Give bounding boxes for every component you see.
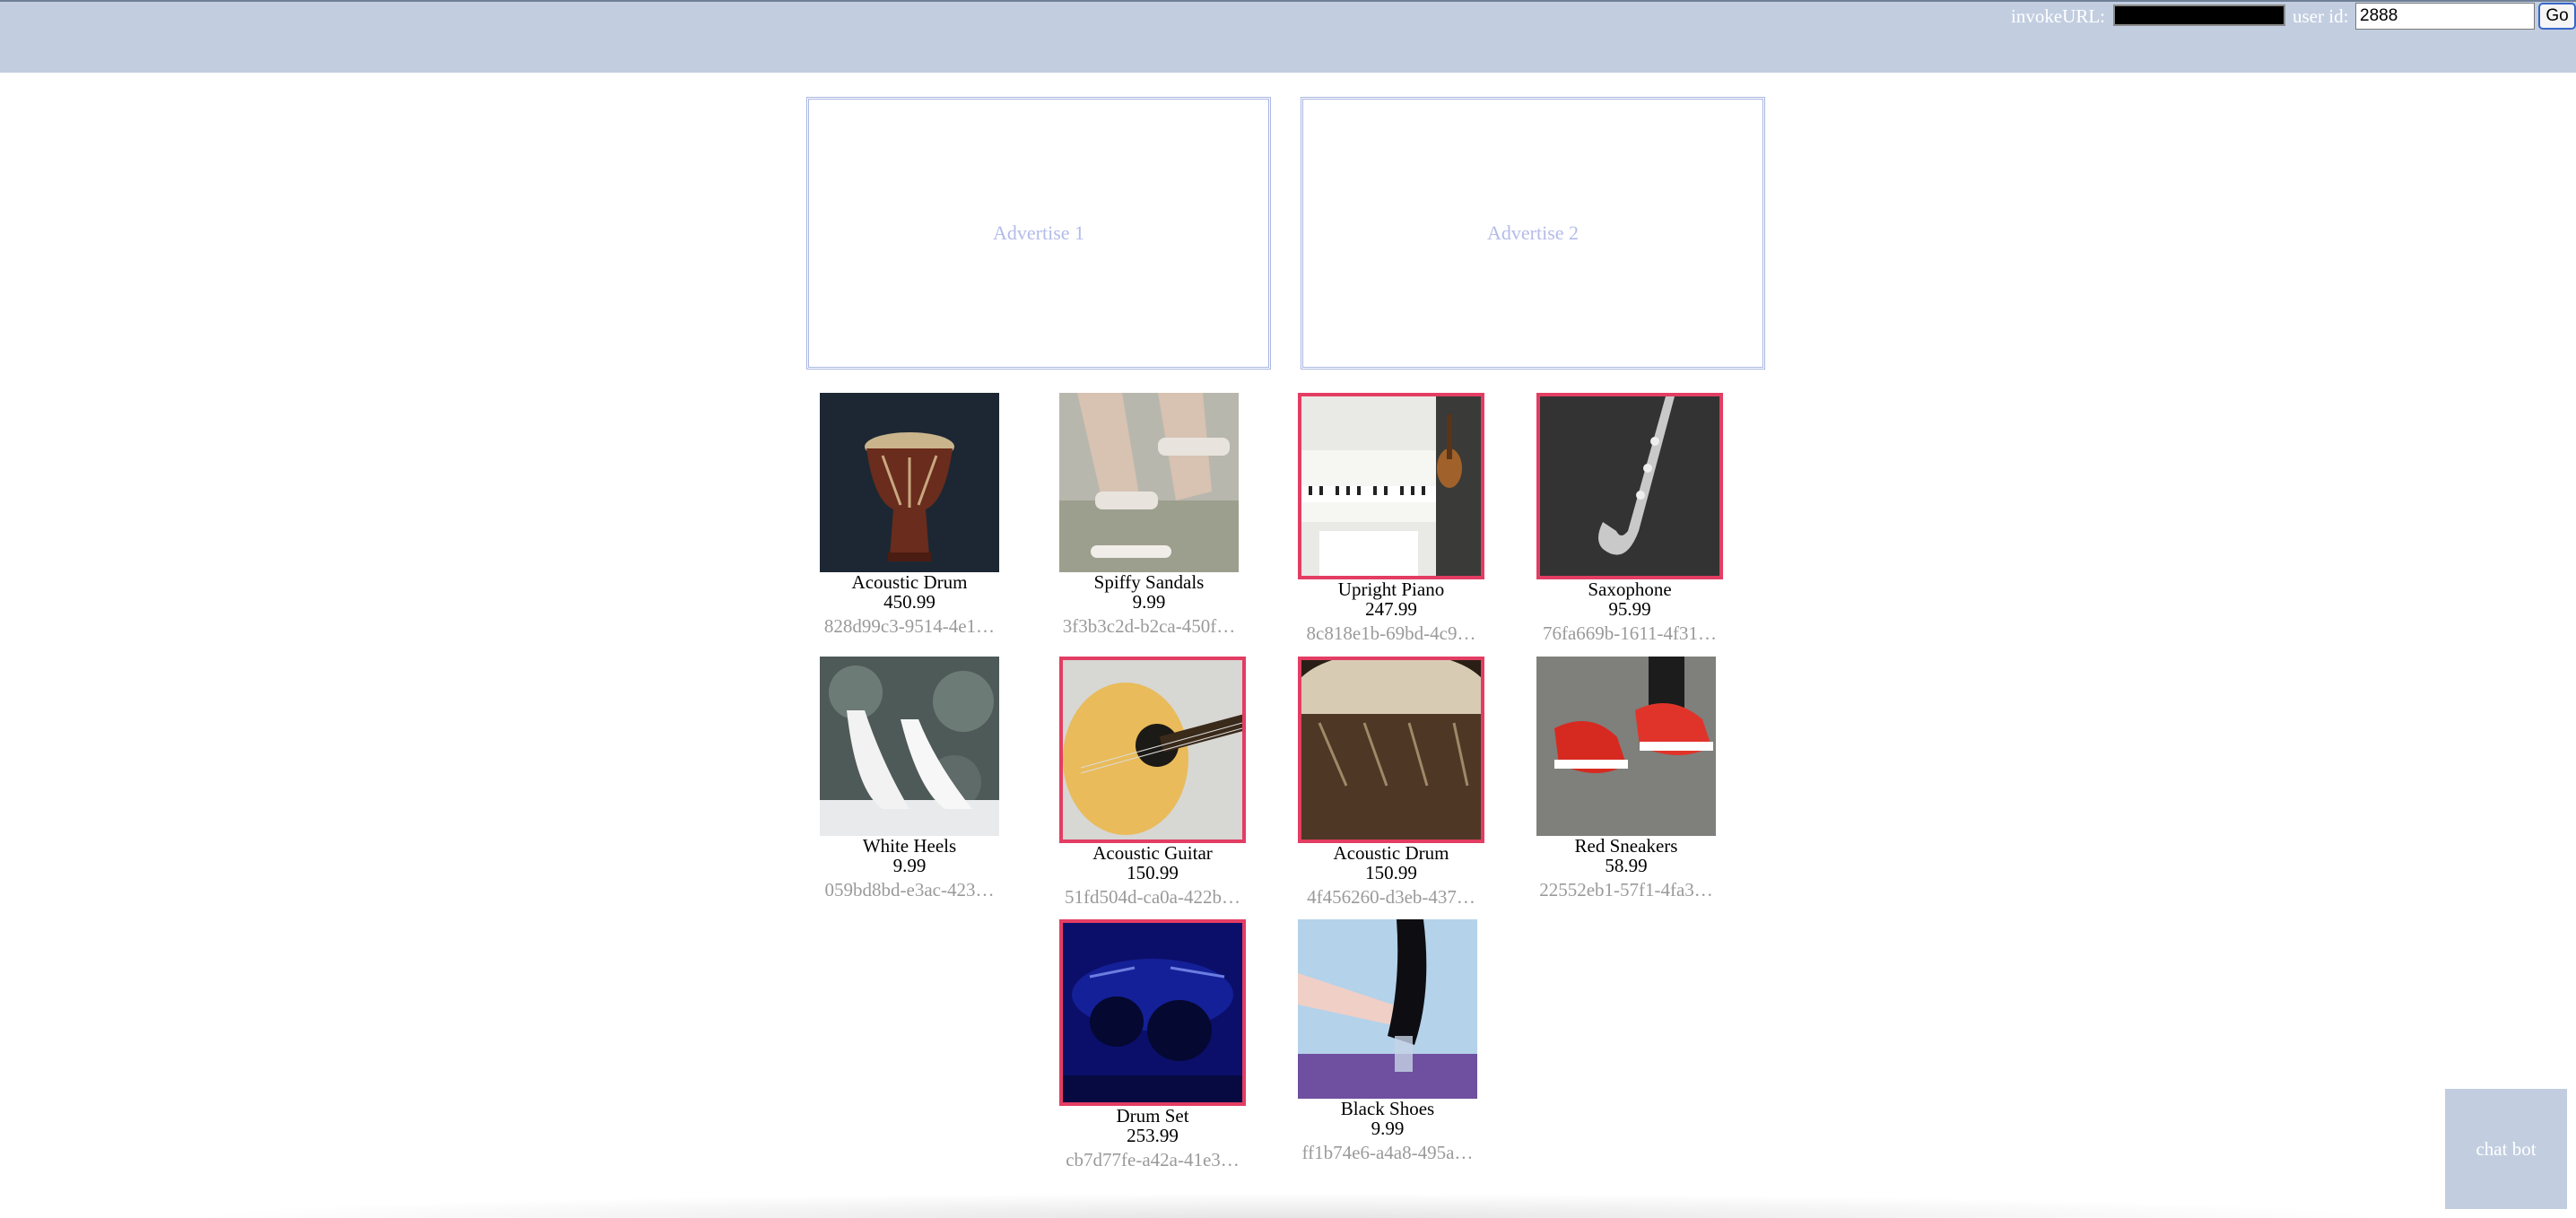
- product-price: 150.99: [1127, 862, 1179, 883]
- product-id: 22552eb1-57f1-4fa3…: [1539, 879, 1713, 900]
- product-price: 150.99: [1365, 862, 1417, 883]
- bottom-shadow: [179, 1193, 2395, 1218]
- chat-bot-button[interactable]: chat bot: [2445, 1089, 2567, 1209]
- product-name: Upright Piano: [1337, 579, 1445, 600]
- sandals-image[interactable]: [1059, 393, 1239, 572]
- product-price: 9.99: [1371, 1118, 1405, 1139]
- product-name: Drum Set: [1116, 1105, 1189, 1127]
- user-id-input[interactable]: [2355, 3, 2535, 30]
- product-card[interactable]: Black Shoes 9.99 ff1b74e6-a4a8-495a…: [1298, 919, 1486, 1163]
- product-price: 9.99: [1132, 591, 1166, 613]
- product-id: 3f3b3c2d-b2ca-450f…: [1062, 615, 1236, 637]
- product-name: Acoustic Drum: [1333, 842, 1449, 864]
- drum-image[interactable]: [1298, 657, 1484, 843]
- product-id: 51fd504d-ca0a-422b…: [1065, 886, 1240, 908]
- red-sneakers-image[interactable]: [1536, 657, 1716, 836]
- product-price: 58.99: [1605, 855, 1648, 876]
- product-id: cb7d77fe-a42a-41e3…: [1066, 1149, 1240, 1170]
- product-card[interactable]: Spiffy Sandals 9.99 3f3b3c2d-b2ca-450f…: [1059, 393, 1248, 637]
- chat-bot-label: chat bot: [2476, 1137, 2537, 1160]
- product-name: Acoustic Drum: [851, 571, 968, 593]
- go-button[interactable]: Go: [2538, 3, 2576, 30]
- white-heels-image[interactable]: [820, 657, 999, 836]
- product-price: 450.99: [883, 591, 936, 613]
- saxophone-image[interactable]: [1536, 393, 1723, 579]
- product-price: 9.99: [892, 855, 927, 876]
- product-name: Saxophone: [1588, 579, 1672, 600]
- product-card[interactable]: Upright Piano 247.99 8c818e1b-69bd-4c9…: [1298, 393, 1486, 644]
- user-id-label: user id:: [2293, 5, 2349, 27]
- advertisement-1-label: Advertise 1: [992, 222, 1085, 244]
- product-price: 247.99: [1365, 598, 1417, 620]
- advertisement-1[interactable]: Advertise 1: [806, 97, 1271, 370]
- product-id: 059bd8bd-e3ac-423…: [824, 879, 995, 900]
- product-name: Acoustic Guitar: [1092, 842, 1213, 864]
- black-shoes-image[interactable]: [1298, 919, 1477, 1099]
- product-id: ff1b74e6-a4a8-495a…: [1301, 1142, 1474, 1163]
- product-id: 8c818e1b-69bd-4c9…: [1306, 622, 1476, 644]
- product-price: 95.99: [1608, 598, 1651, 620]
- product-id: 828d99c3-9514-4e1…: [823, 615, 996, 637]
- product-name: White Heels: [862, 835, 957, 857]
- piano-image[interactable]: [1298, 393, 1484, 579]
- product-card[interactable]: Acoustic Guitar 150.99 51fd504d-ca0a-422…: [1059, 657, 1248, 908]
- guitar-image[interactable]: [1059, 657, 1246, 843]
- drum-set-image[interactable]: [1059, 919, 1246, 1106]
- invoke-url-input[interactable]: [2113, 4, 2285, 26]
- top-header-bar: invokeURL: user id: Go: [0, 0, 2576, 73]
- djembe-drum-image[interactable]: [820, 393, 999, 572]
- product-card[interactable]: Drum Set 253.99 cb7d77fe-a42a-41e3…: [1059, 919, 1248, 1170]
- invoke-url-label: invokeURL:: [2011, 5, 2105, 27]
- advertisement-2-label: Advertise 2: [1486, 222, 1580, 244]
- product-card[interactable]: Saxophone 95.99 76fa669b-1611-4f31…: [1536, 393, 1725, 644]
- product-id: 76fa669b-1611-4f31…: [1542, 622, 1717, 644]
- product-name: Spiffy Sandals: [1093, 571, 1205, 593]
- product-card[interactable]: Acoustic Drum 450.99 828d99c3-9514-4e1…: [820, 393, 1008, 637]
- product-name: Red Sneakers: [1574, 835, 1678, 857]
- product-name: Black Shoes: [1340, 1098, 1435, 1119]
- product-card[interactable]: White Heels 9.99 059bd8bd-e3ac-423…: [820, 657, 1008, 900]
- product-card[interactable]: Red Sneakers 58.99 22552eb1-57f1-4fa3…: [1536, 657, 1725, 900]
- product-card[interactable]: Acoustic Drum 150.99 4f456260-d3eb-437…: [1298, 657, 1486, 908]
- advertisement-2[interactable]: Advertise 2: [1301, 97, 1765, 370]
- product-id: 4f456260-d3eb-437…: [1307, 886, 1475, 908]
- product-price: 253.99: [1127, 1125, 1179, 1146]
